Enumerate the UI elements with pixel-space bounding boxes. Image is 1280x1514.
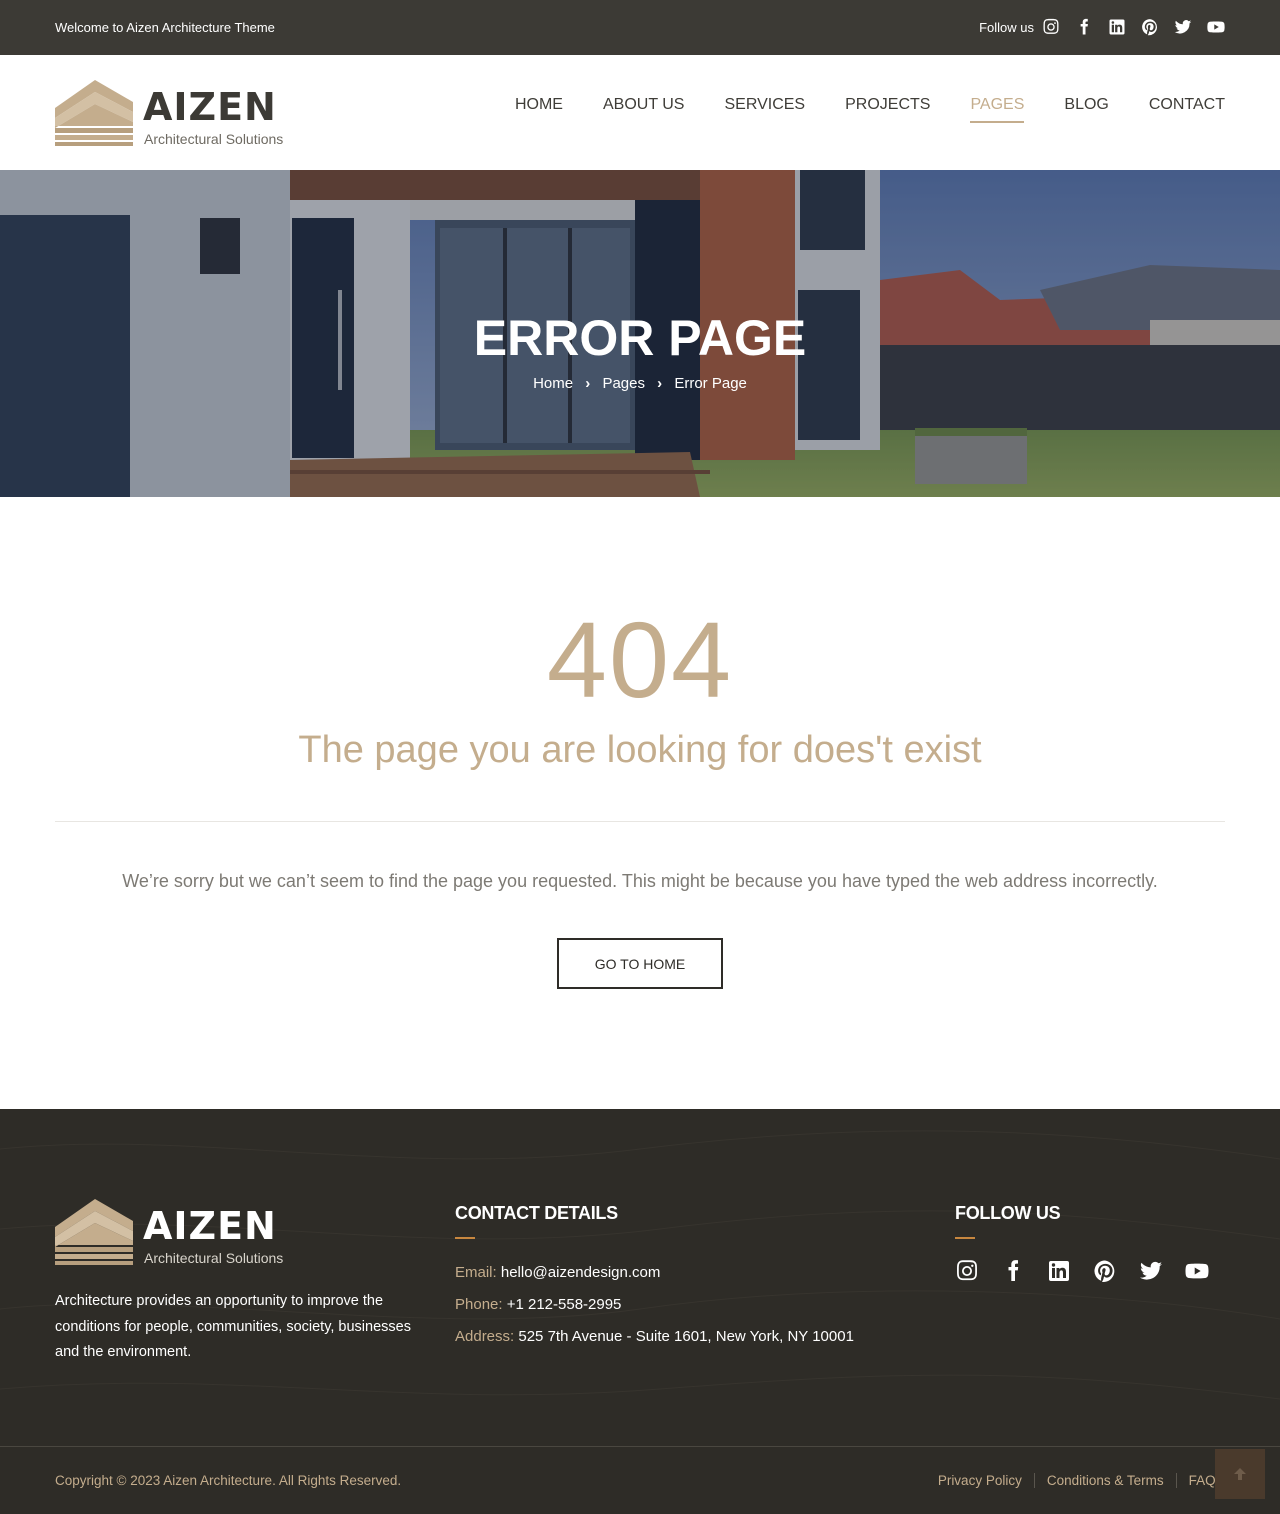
nav-pages[interactable]: PAGES	[970, 95, 1025, 123]
arrow-up-icon	[1234, 1468, 1246, 1480]
phone-label: Phone:	[455, 1296, 503, 1313]
nav-contact[interactable]: CONTACT	[1149, 95, 1225, 123]
conditions-terms-link[interactable]: Conditions & Terms	[1033, 1473, 1176, 1488]
youtube-icon[interactable]	[1185, 1259, 1209, 1283]
nav-about-us[interactable]: ABOUT US	[603, 95, 685, 123]
page-title: ERROR PAGE	[473, 310, 807, 366]
contact-details-heading: CONTACT DETAILS	[455, 1203, 618, 1223]
instagram-icon[interactable]	[955, 1259, 979, 1283]
welcome-text: Welcome to Aizen Architecture Theme	[55, 20, 275, 35]
contact-phone: Phone: +1 212-558-2995	[455, 1296, 621, 1313]
phone-value[interactable]: +1 212-558-2995	[507, 1296, 622, 1313]
main-nav: HOME ABOUT US SERVICES PROJECTS PAGES BL…	[515, 95, 1225, 123]
chevron-right-icon: ›	[585, 374, 591, 392]
contact-email: Email: hello@aizendesign.com	[455, 1264, 660, 1281]
brand-tagline: Architectural Solutions	[144, 131, 284, 147]
youtube-icon[interactable]	[1207, 18, 1225, 36]
twitter-icon[interactable]	[1174, 18, 1192, 36]
footer-brand-name: AIZEN	[143, 1204, 277, 1248]
footer-logo[interactable]: AIZEN Architectural Solutions	[55, 1199, 295, 1266]
building-logo-icon	[55, 1199, 133, 1265]
facebook-icon[interactable]	[1075, 18, 1093, 36]
breadcrumb-home[interactable]: Home	[533, 375, 573, 392]
breadcrumb: Home › Pages › Error Page	[0, 374, 1280, 392]
breadcrumb-pages[interactable]: Pages	[602, 375, 645, 392]
contact-address: Address: 525 7th Avenue - Suite 1601, Ne…	[455, 1328, 854, 1345]
instagram-icon[interactable]	[1042, 18, 1060, 36]
scroll-to-top-button[interactable]	[1215, 1449, 1265, 1499]
address-label: Address:	[455, 1328, 515, 1345]
footer-legal-links: Privacy Policy Conditions & Terms FAQ's	[938, 1473, 1225, 1488]
nav-home[interactable]: HOME	[515, 95, 563, 123]
linkedin-icon[interactable]	[1047, 1259, 1071, 1283]
pinterest-icon[interactable]	[1141, 18, 1159, 36]
error-message: We’re sorry but we can’t seem to find th…	[122, 871, 1158, 891]
building-logo-icon	[55, 80, 133, 146]
go-to-home-button[interactable]: GO TO HOME	[557, 938, 723, 989]
contact-heading-underline	[455, 1237, 475, 1239]
follow-us-label: Follow us	[979, 20, 1034, 35]
follow-us-heading: FOLLOW US	[955, 1203, 1061, 1223]
pinterest-icon[interactable]	[1093, 1259, 1117, 1283]
logo[interactable]: AIZEN Architectural Solutions	[55, 80, 295, 147]
nav-projects[interactable]: PROJECTS	[845, 95, 930, 123]
privacy-policy-link[interactable]: Privacy Policy	[938, 1473, 1034, 1488]
site-header: AIZEN Architectural Solutions HOME ABOUT…	[0, 55, 1280, 170]
nav-services[interactable]: SERVICES	[724, 95, 805, 123]
content-divider	[55, 821, 1225, 822]
chevron-right-icon: ›	[657, 374, 663, 392]
page-hero: ERROR PAGE Home › Pages › Error Page	[0, 170, 1280, 497]
footer-about-text: Architecture provides an opportunity to …	[55, 1293, 411, 1360]
email-label: Email:	[455, 1264, 497, 1281]
top-bar: Welcome to Aizen Architecture Theme Foll…	[0, 0, 1280, 55]
twitter-icon[interactable]	[1139, 1259, 1163, 1283]
error-subtitle: The page you are looking for does't exis…	[298, 729, 982, 771]
footer-divider	[0, 1446, 1280, 1447]
follow-heading-underline	[955, 1237, 975, 1239]
email-value[interactable]: hello@aizendesign.com	[501, 1264, 661, 1281]
address-value: 525 7th Avenue - Suite 1601, New York, N…	[518, 1328, 854, 1345]
breadcrumb-current: Error Page	[674, 374, 747, 392]
footer-social-links	[955, 1259, 1209, 1283]
error-code: 404	[546, 599, 734, 720]
footer-brand-tagline: Architectural Solutions	[144, 1250, 284, 1266]
nav-blog[interactable]: BLOG	[1064, 95, 1108, 123]
facebook-icon[interactable]	[1001, 1259, 1025, 1283]
copyright-text: Copyright © 2023 Aizen Architecture. All…	[55, 1473, 402, 1488]
linkedin-icon[interactable]	[1108, 18, 1126, 36]
top-social-links	[1042, 18, 1225, 36]
brand-name: AIZEN	[143, 85, 277, 129]
site-footer: AIZEN Architectural Solutions Architectu…	[0, 1109, 1280, 1514]
